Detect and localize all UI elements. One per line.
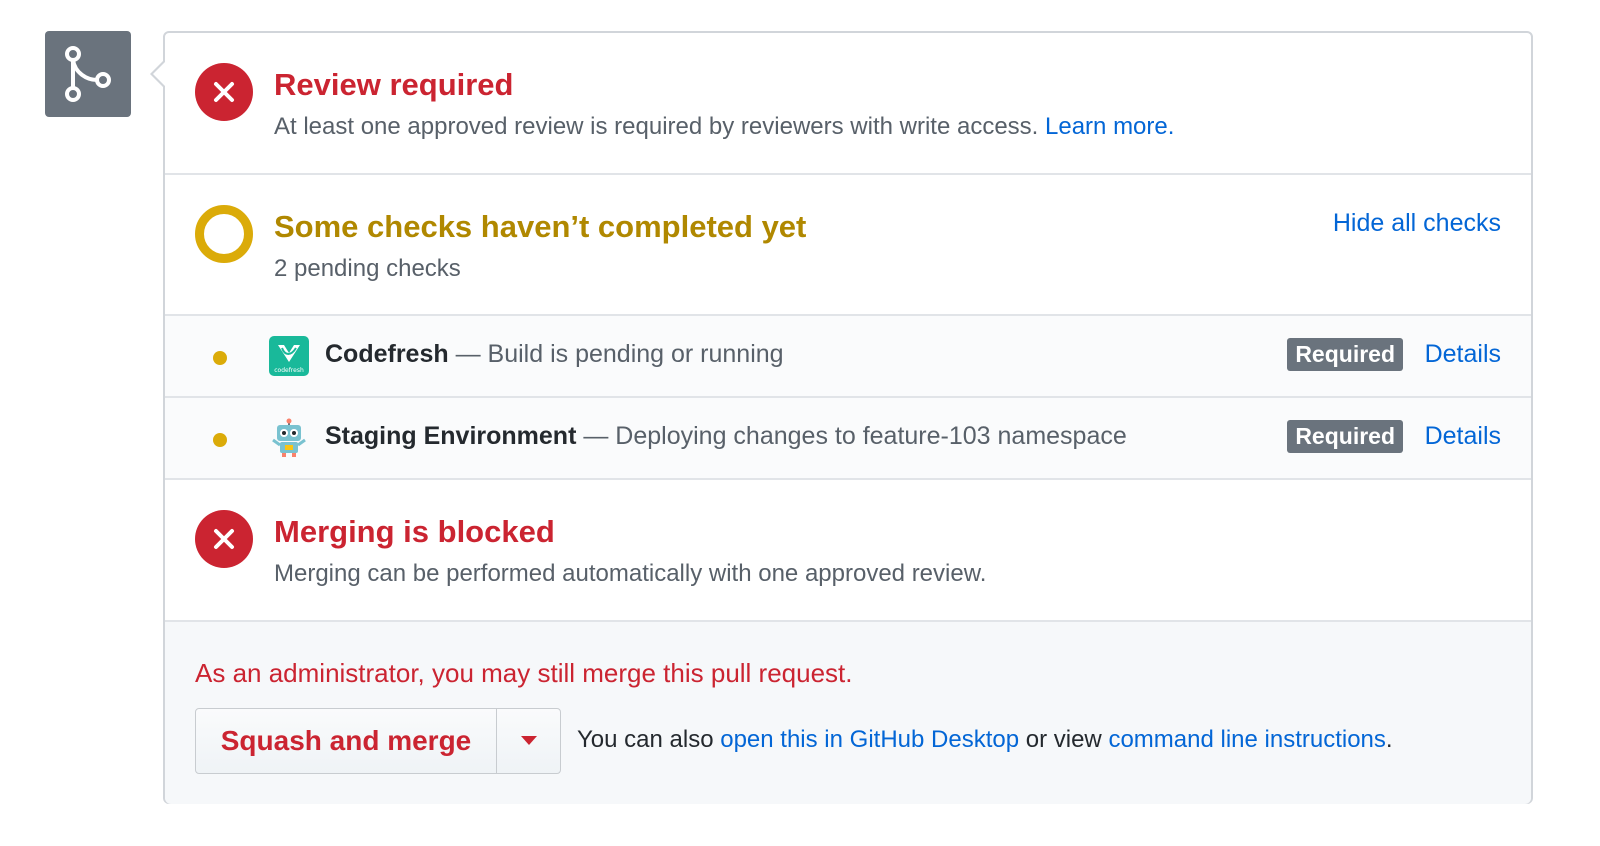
check-status: — Build is pending or running <box>455 340 784 368</box>
alternate-merge-text: You can also open this in GitHub Desktop… <box>577 726 1393 754</box>
codefresh-logo-icon: codefresh <box>269 336 309 376</box>
merge-button-group: Squash and merge <box>195 708 561 774</box>
required-badge: Required <box>1287 338 1403 371</box>
merging-blocked-desc: Merging can be performed automatically w… <box>274 560 987 587</box>
merging-blocked-title: Merging is blocked <box>274 514 555 549</box>
error-x-icon <box>195 63 253 121</box>
error-x-icon <box>195 510 253 568</box>
merging-blocked-section: Merging is blocked Merging can be perfor… <box>165 480 1531 622</box>
details-link[interactable]: Details <box>1425 340 1501 369</box>
git-merge-icon <box>65 46 111 102</box>
check-row: Staging Environment — Deploying changes … <box>165 398 1531 480</box>
checks-section: Some checks haven’t completed yet 2 pend… <box>165 175 1531 316</box>
checks-subtitle: 2 pending checks <box>274 255 461 282</box>
check-label: Codefresh — Build is pending or running <box>325 340 784 369</box>
robot-icon <box>272 418 306 457</box>
admin-notice: As an administrator, you may still merge… <box>195 658 853 688</box>
panel-pointer-inner <box>153 62 165 86</box>
learn-more-link[interactable]: Learn more. <box>1045 113 1174 140</box>
check-name: Codefresh <box>325 340 449 368</box>
details-link[interactable]: Details <box>1425 422 1501 451</box>
check-name: Staging Environment <box>325 422 577 450</box>
squash-and-merge-button[interactable]: Squash and merge <box>196 709 497 773</box>
review-required-text: At least one approved review is required… <box>274 113 1039 140</box>
command-line-instructions-link[interactable]: command line instructions <box>1108 726 1385 753</box>
admin-merge-section: As an administrator, you may still merge… <box>165 622 1531 804</box>
required-badge: Required <box>1287 420 1403 453</box>
checks-title: Some checks haven’t completed yet <box>274 209 807 244</box>
review-required-desc: At least one approved review is required… <box>274 113 1174 141</box>
merge-options-dropdown[interactable] <box>497 709 560 773</box>
period: . <box>1385 726 1393 753</box>
review-required-title: Review required <box>274 67 514 102</box>
check-row: codefresh Codefresh — Build is pending o… <box>165 316 1531 398</box>
also-prefix: You can also <box>577 726 714 753</box>
pending-dot-icon <box>213 351 227 365</box>
pending-ring-icon <box>195 205 253 263</box>
codefresh-logo-text: codefresh <box>274 367 304 374</box>
review-required-section: Review required At least one approved re… <box>165 33 1531 175</box>
merge-status-panel: Review required At least one approved re… <box>163 31 1533 804</box>
check-label: Staging Environment — Deploying changes … <box>325 422 1127 451</box>
pending-dot-icon <box>213 433 227 447</box>
open-github-desktop-link[interactable]: open this in GitHub Desktop <box>720 726 1019 753</box>
git-merge-icon-box <box>45 31 131 117</box>
check-status: — Deploying changes to feature-103 names… <box>583 422 1127 450</box>
or-view-text: or view <box>1025 726 1102 753</box>
caret-down-icon <box>520 736 537 745</box>
hide-all-checks-link[interactable]: Hide all checks <box>1333 209 1501 238</box>
